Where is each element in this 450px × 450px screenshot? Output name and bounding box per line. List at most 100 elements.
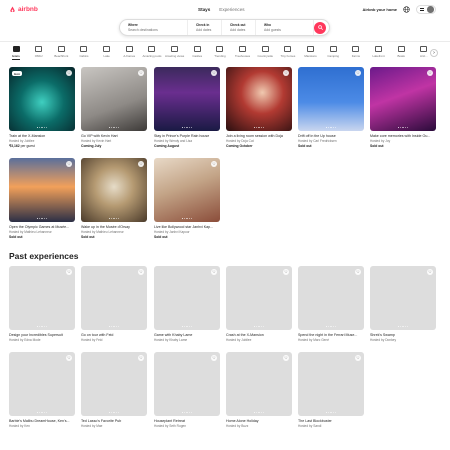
icon-experience-card[interactable]: ♡ Drift off in the Up house Hosted by Carl… <box>298 67 364 148</box>
carousel-dot[interactable] <box>41 411 43 413</box>
carousel-dot[interactable] <box>258 126 260 128</box>
heart-icon[interactable]: ♡ <box>66 269 72 275</box>
carousel-dot[interactable] <box>190 126 193 128</box>
experience-image[interactable]: ♡ <box>9 266 75 330</box>
past-experience-card[interactable]: ♡ Barbie's Malibu DreamHouse, Ken's... Hos… <box>9 352 75 428</box>
carousel-dot[interactable] <box>258 325 260 327</box>
checkin-input[interactable]: Add dates <box>196 28 221 32</box>
experience-image[interactable]: ♡ <box>81 158 147 222</box>
search-where[interactable]: Where Search destinations <box>120 20 188 35</box>
icon-experience-card[interactable]: ♡ Go VIP with Kevin Hart Hosted by Kevin H… <box>81 67 147 148</box>
heart-icon[interactable]: ♡ <box>138 355 144 361</box>
carousel-dot[interactable] <box>406 325 409 327</box>
carousel-dot[interactable] <box>330 411 332 413</box>
carousel-dot[interactable] <box>39 217 41 219</box>
carousel-dot[interactable] <box>113 217 115 219</box>
carousel-dot[interactable] <box>181 126 184 128</box>
category-next-button[interactable]: › <box>430 49 438 57</box>
heart-icon[interactable]: ♡ <box>427 269 433 275</box>
icon-experience-card[interactable]: ♡ Stay in Prince's Purple Rain house Hoste… <box>154 67 220 148</box>
heart-icon[interactable]: ♡ <box>66 70 72 76</box>
carousel-dot[interactable] <box>330 325 332 327</box>
past-experience-card[interactable]: ♡ Spend the night in the Ferrari Muse... H… <box>298 266 364 342</box>
category-item[interactable]: Amazing pools <box>142 46 162 60</box>
icon-experience-card[interactable]: ♡ Open the Olympic Games at Musée... Hoste… <box>9 158 75 239</box>
experience-image[interactable]: ♡ <box>226 352 292 416</box>
carousel-dot[interactable] <box>262 411 265 413</box>
carousel-dot[interactable] <box>36 217 39 219</box>
icon-experience-card[interactable]: ♡ Live like Bollywood star Janhvi Kap... H… <box>154 158 220 239</box>
carousel-dot[interactable] <box>406 126 409 128</box>
carousel-dot[interactable] <box>404 325 406 327</box>
past-experience-card[interactable]: ♡ Game with Khaby Lame Hosted by Khaby Lam… <box>154 266 220 342</box>
carousel-dot[interactable] <box>328 411 330 413</box>
carousel-dot[interactable] <box>328 126 330 128</box>
carousel-dot[interactable] <box>190 411 193 413</box>
globe-icon[interactable] <box>403 6 410 13</box>
category-item[interactable]: Camping <box>323 46 343 60</box>
carousel-dot[interactable] <box>325 126 328 128</box>
carousel-dot[interactable] <box>41 217 43 219</box>
carousel-dot[interactable] <box>328 325 330 327</box>
carousel-dot[interactable] <box>108 217 111 219</box>
carousel-dot[interactable] <box>41 126 43 128</box>
nav-experiences[interactable]: Experiences <box>219 7 244 12</box>
carousel-dot[interactable] <box>39 411 41 413</box>
carousel-dot[interactable] <box>36 126 39 128</box>
past-experience-card[interactable]: ♡ Go on tour with Feid Hosted by Feid <box>81 266 147 342</box>
carousel-dot[interactable] <box>41 325 43 327</box>
carousel-dot[interactable] <box>39 126 41 128</box>
past-experience-card[interactable]: ♡ Crash at the X-Mansion Hosted by Jubilee <box>226 266 292 342</box>
heart-icon[interactable]: ♡ <box>138 70 144 76</box>
experience-image[interactable]: ♡ <box>81 266 147 330</box>
category-item[interactable]: A-frames <box>119 46 139 60</box>
experience-image[interactable]: ♡ <box>226 266 292 330</box>
carousel-dot[interactable] <box>115 217 117 219</box>
carousel-dot[interactable] <box>111 325 113 327</box>
carousel-dot[interactable] <box>43 126 45 128</box>
carousel-dot[interactable] <box>190 217 193 219</box>
experience-image[interactable]: ♡ <box>154 158 220 222</box>
carousel-dot[interactable] <box>334 126 337 128</box>
carousel-dot[interactable] <box>188 126 190 128</box>
carousel-dot[interactable] <box>256 411 258 413</box>
carousel-dot[interactable] <box>45 325 48 327</box>
experience-image[interactable]: ♡ <box>154 67 220 131</box>
carousel-dot[interactable] <box>256 325 258 327</box>
where-input[interactable]: Search destinations <box>128 28 187 32</box>
carousel-dot[interactable] <box>402 325 404 327</box>
carousel-dot[interactable] <box>253 411 256 413</box>
carousel-dot[interactable] <box>113 411 115 413</box>
experience-image[interactable]: ♡ <box>154 266 220 330</box>
carousel-dot[interactable] <box>117 126 120 128</box>
icon-experience-card[interactable]: Icon ♡ Train at the X-Mansion Hosted by Jub… <box>9 67 75 148</box>
experience-image[interactable]: ♡ <box>81 67 147 131</box>
carousel-dot[interactable] <box>256 126 258 128</box>
carousel-dot[interactable] <box>181 217 184 219</box>
carousel-dot[interactable] <box>188 217 190 219</box>
carousel-dot[interactable] <box>181 411 184 413</box>
experience-image[interactable]: ♡ <box>370 67 436 131</box>
carousel-dot[interactable] <box>190 325 193 327</box>
category-item[interactable]: OMG! <box>29 46 49 60</box>
search-checkin[interactable]: Check in Add dates <box>188 20 222 35</box>
carousel-dot[interactable] <box>397 325 400 327</box>
carousel-dot[interactable] <box>334 411 337 413</box>
past-experience-card[interactable]: ♡ The Last Blockbuster Hosted by Sandi <box>298 352 364 428</box>
heart-icon[interactable]: ♡ <box>355 355 361 361</box>
carousel-dot[interactable] <box>45 217 48 219</box>
heart-icon[interactable]: ♡ <box>211 355 217 361</box>
heart-icon[interactable]: ♡ <box>211 70 217 76</box>
category-item[interactable]: Lake <box>97 46 117 60</box>
category-item[interactable]: Amazing views <box>165 46 185 60</box>
category-item[interactable]: Farms <box>346 46 366 60</box>
experience-image[interactable]: ♡ <box>81 352 147 416</box>
carousel-dot[interactable] <box>181 325 184 327</box>
carousel-dot[interactable] <box>117 217 120 219</box>
carousel-dot[interactable] <box>43 411 45 413</box>
carousel-dot[interactable] <box>334 325 337 327</box>
carousel-dot[interactable] <box>184 217 186 219</box>
carousel-dot[interactable] <box>184 126 186 128</box>
heart-icon[interactable]: ♡ <box>66 355 72 361</box>
carousel-dot[interactable] <box>184 411 186 413</box>
